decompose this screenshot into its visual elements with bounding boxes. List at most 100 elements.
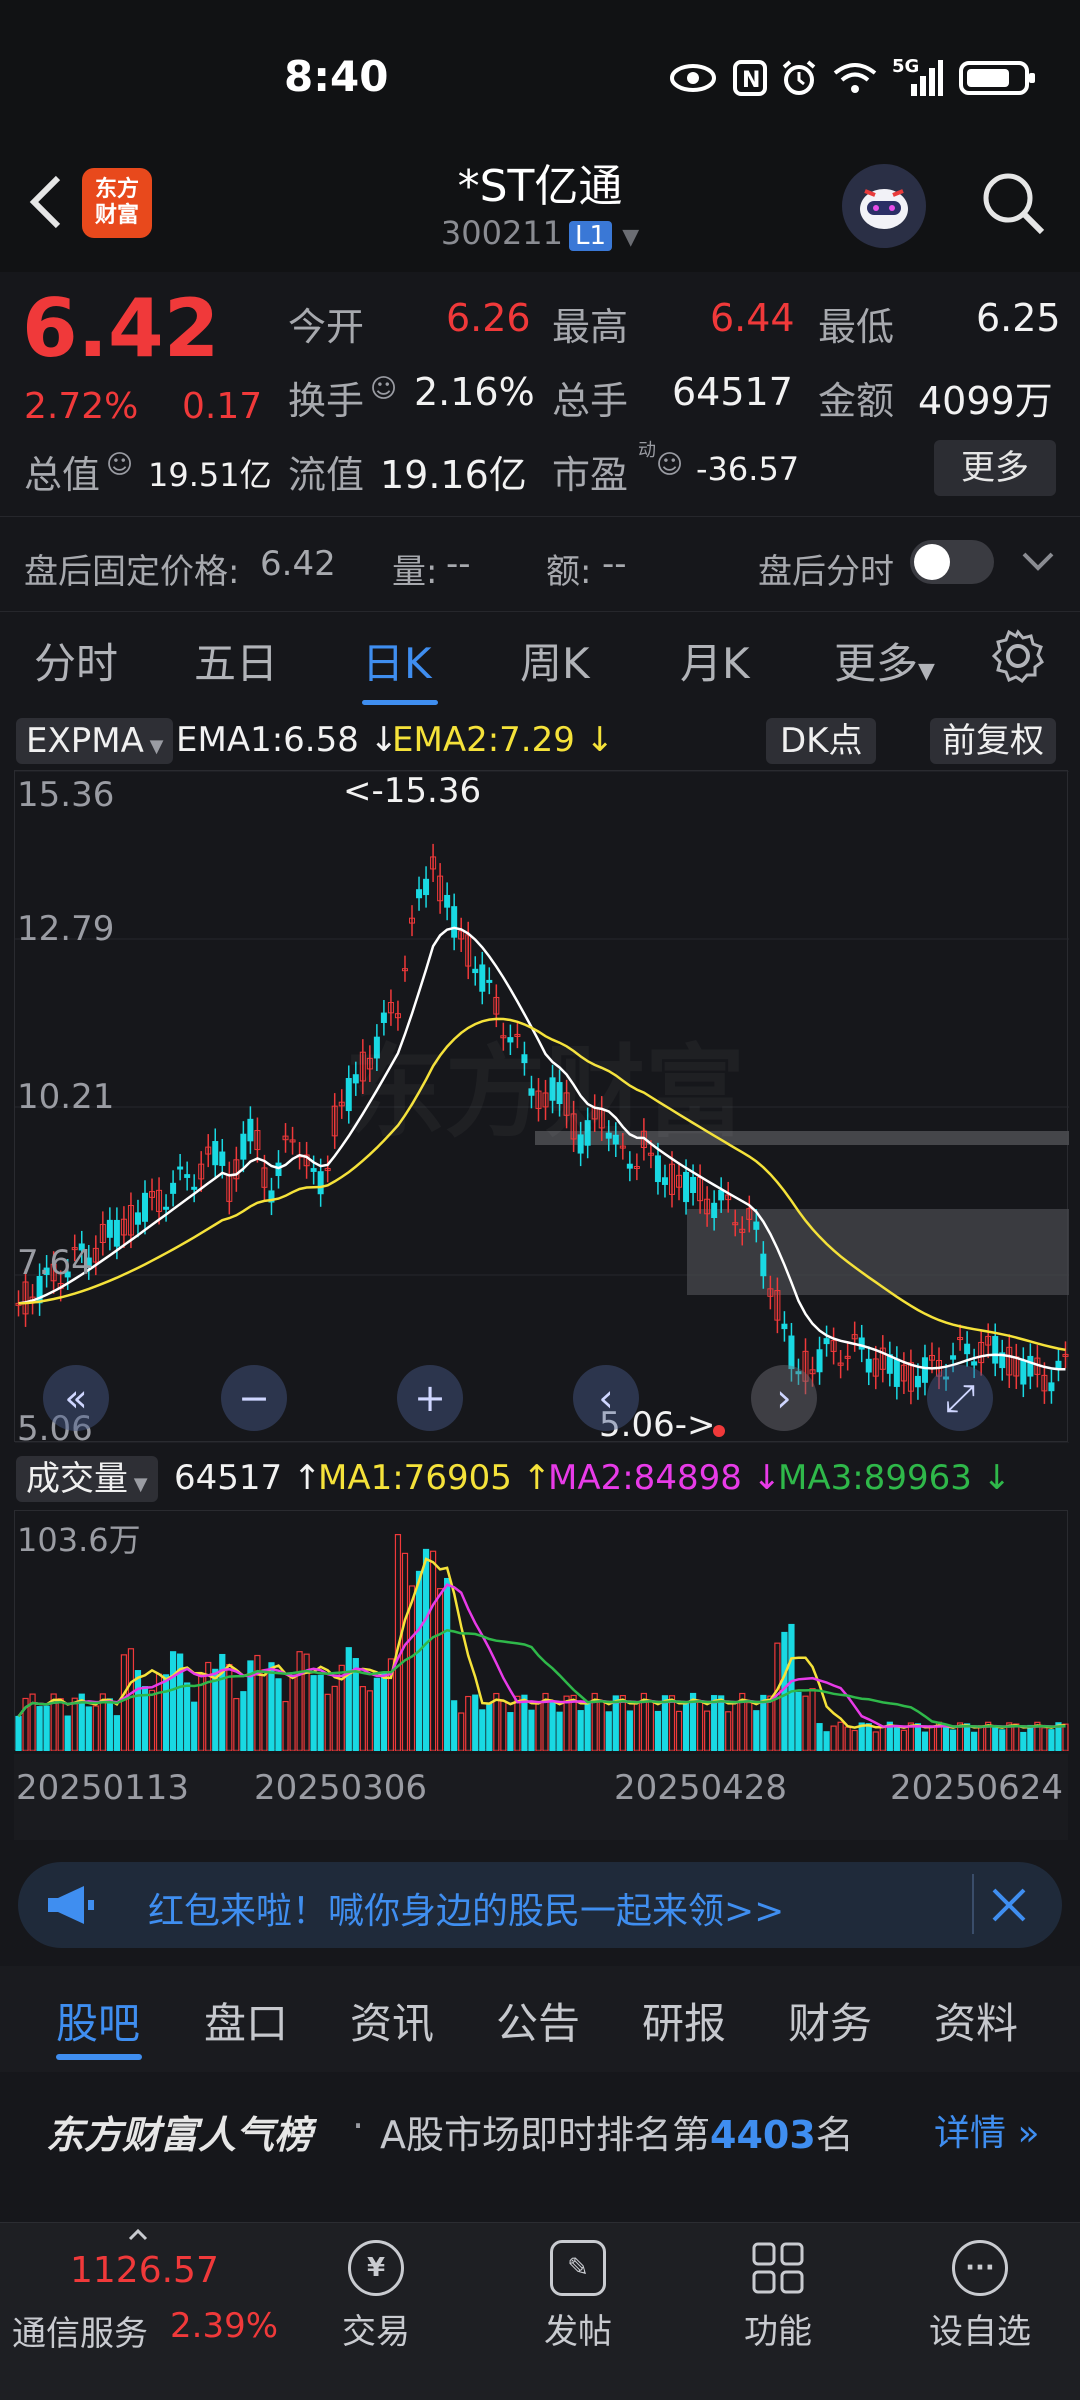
shaded-zone	[687, 1209, 1069, 1295]
search-icon[interactable]	[978, 168, 1048, 238]
volume-bar	[444, 1577, 451, 1751]
volume-bar	[1062, 1723, 1069, 1751]
volume-bar	[746, 1702, 753, 1751]
candle-body	[141, 1192, 148, 1222]
caret-down-icon: ▼	[128, 1474, 148, 1495]
volume-bar	[942, 1726, 950, 1751]
volume-bar	[331, 1685, 338, 1751]
volume-bar	[549, 1700, 556, 1751]
volume-bar	[1020, 1731, 1027, 1751]
kline-chart[interactable]: 东方财富 15.36 12.79 10.21 7.64 5.06 <-15.36…	[14, 770, 1069, 1449]
tab-profile[interactable]: 资料	[934, 1990, 1018, 2051]
tab-announcements[interactable]: 公告	[496, 1990, 580, 2051]
max-price-marker: <-15.36	[343, 771, 482, 811]
tab-daily-k[interactable]: 日K	[362, 630, 432, 691]
candle-body	[964, 1343, 971, 1355]
volume-bar	[254, 1654, 261, 1751]
candle-body	[134, 1212, 141, 1225]
candle-body	[310, 1168, 317, 1172]
chevron-down-icon[interactable]	[1020, 546, 1056, 576]
zoom-in-icon[interactable]: +	[397, 1365, 463, 1431]
volume-bar	[921, 1731, 929, 1751]
candle-body	[788, 1335, 795, 1370]
candle-body	[683, 1171, 690, 1203]
volume-bar	[633, 1701, 640, 1751]
volume-bar	[282, 1700, 289, 1751]
info-icon[interactable]: ☺	[106, 450, 133, 480]
after-hours-toggle[interactable]	[910, 540, 994, 584]
nav-functions[interactable]: 功能	[708, 2240, 848, 2353]
caret-up-icon	[128, 2226, 148, 2241]
candle-body	[865, 1358, 872, 1373]
volume-bar	[514, 1695, 521, 1751]
caret-down-icon: ▼	[143, 736, 164, 757]
robot-assistant-icon[interactable]	[842, 164, 926, 248]
scroll-left-icon[interactable]: ‹	[573, 1365, 639, 1431]
date-label-4: 20250624	[890, 1768, 1064, 1808]
dk-point-button[interactable]: DK点	[766, 718, 877, 764]
indicator-selector[interactable]: EXPMA ▼	[16, 718, 174, 764]
volume-bar	[191, 1701, 198, 1751]
nav-post[interactable]: ✎ 发帖	[508, 2240, 648, 2353]
sector-index-value[interactable]: 1126.57	[70, 2250, 219, 2291]
nav-trade[interactable]: ¥ 交易	[306, 2240, 446, 2353]
volume-value: 64517	[672, 370, 793, 414]
scroll-right-icon[interactable]: ›	[751, 1365, 817, 1431]
volume-bar	[809, 1688, 816, 1751]
tab-more[interactable]: 更多▼	[834, 630, 935, 691]
gear-icon[interactable]	[990, 628, 1046, 684]
close-icon[interactable]	[988, 1884, 1030, 1926]
volume-bar	[162, 1674, 170, 1751]
volume-bar	[493, 1692, 500, 1751]
low-value: 6.25	[976, 296, 1061, 340]
after-hours-amt-label: 额:	[546, 552, 592, 592]
zoom-out-icon[interactable]: −	[221, 1365, 287, 1431]
rank-details-link[interactable]: 详情 »	[934, 2104, 1040, 2156]
more-button[interactable]: 更多	[934, 440, 1056, 496]
candle-body	[816, 1349, 823, 1373]
sector-change-pct[interactable]: 2.39%	[170, 2306, 278, 2346]
rank-brand: 东方财富人气榜	[46, 2113, 313, 2157]
tab-news[interactable]: 资讯	[350, 1990, 434, 2051]
candle-body	[1055, 1360, 1062, 1369]
tab-monthly-k[interactable]: 月K	[680, 630, 750, 691]
volume-bar	[345, 1647, 352, 1751]
candle-body	[247, 1118, 254, 1142]
volume-bar	[507, 1712, 514, 1751]
tab-weekly-k[interactable]: 周K	[520, 630, 590, 691]
expand-icon[interactable]: ⤢	[927, 1365, 993, 1431]
tab-research[interactable]: 研报	[642, 1990, 726, 2051]
banner-text[interactable]: 红包来啦！喊你身边的股民一起来领>>	[148, 1882, 784, 1934]
candle-body	[191, 1186, 198, 1190]
nav-add-watchlist[interactable]: ··· 设自选	[910, 2240, 1050, 2353]
volume-indicator-selector[interactable]: 成交量 ▼	[16, 1456, 158, 1502]
volume-bar	[401, 1552, 409, 1751]
after-hours-intraday-label: 盘后分时	[758, 552, 894, 592]
tab-intraday[interactable]: 分时	[34, 630, 118, 691]
volume-chart[interactable]: 103.6万	[14, 1510, 1069, 1751]
volume-bar	[682, 1701, 690, 1751]
candle-body	[626, 1163, 633, 1169]
banner-divider	[972, 1874, 974, 1934]
tab-five-day[interactable]: 五日	[194, 630, 278, 691]
volume-bar	[303, 1653, 310, 1751]
info-icon[interactable]: ☺	[656, 450, 683, 480]
tab-financials[interactable]: 财务	[788, 1990, 872, 2051]
candle-body	[661, 1177, 668, 1185]
info-icon[interactable]: ☺	[370, 374, 397, 404]
tab-forum[interactable]: 股吧	[56, 1990, 140, 2051]
alarm-icon	[778, 58, 820, 98]
volume-bar	[584, 1702, 591, 1751]
volume-bar	[85, 1706, 92, 1751]
change-pct: 2.72%	[24, 386, 139, 427]
sector-name[interactable]: 通信服务	[12, 2306, 148, 2355]
tab-order-book[interactable]: 盘口	[204, 1990, 288, 2051]
volume-bar	[120, 1654, 128, 1751]
ma3-label: MA3:89963	[778, 1458, 972, 1498]
amount-value: 4099万	[918, 379, 1053, 423]
scroll-left-fast-icon[interactable]: «	[43, 1365, 109, 1431]
candle-body	[416, 889, 423, 899]
volume-bar	[577, 1710, 584, 1751]
adjust-mode-button[interactable]: 前复权	[930, 718, 1056, 764]
float-value: 19.16亿	[380, 453, 527, 497]
